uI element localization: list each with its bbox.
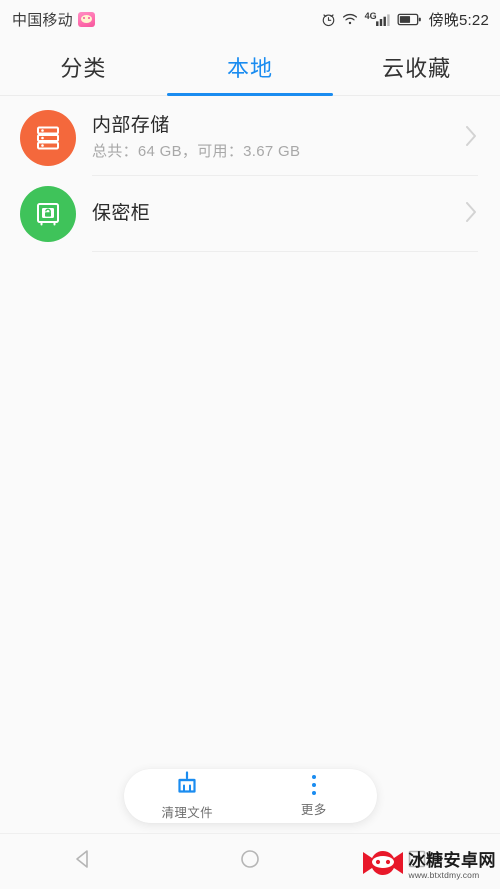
alarm-clock-icon — [321, 12, 336, 27]
tab-local[interactable]: 本地 — [167, 38, 334, 96]
battery-icon — [397, 13, 422, 26]
bottom-action-bar: 清理文件 更多 — [124, 769, 377, 823]
clean-files-label: 清理文件 — [161, 806, 214, 820]
internal-storage-text: 内部存储 总共：64 GB，可用：3.67 GB — [92, 114, 465, 162]
android-navigation-bar — [0, 833, 500, 889]
broom-clean-icon — [175, 771, 199, 799]
list-item-internal-storage[interactable]: 内部存储 总共：64 GB，可用：3.67 GB — [0, 100, 500, 176]
status-bar-right: 4G 傍晚5:22 — [321, 9, 489, 30]
chevron-right-icon — [465, 200, 478, 229]
safe-vault-text: 保密柜 — [92, 202, 465, 227]
list-item-separator — [92, 251, 478, 252]
carrier-label: 中国移动 — [12, 11, 73, 29]
more-button[interactable]: 更多 — [251, 774, 378, 818]
status-bar-clock: 傍晚5:22 — [428, 11, 489, 29]
tab-bar: 分类 本地 云收藏 — [0, 38, 500, 96]
list-item-title: 保密柜 — [92, 202, 151, 224]
status-bar: 中国移动 4G 傍晚5:22 — [0, 0, 500, 38]
nav-recents-button[interactable] — [385, 840, 449, 884]
chevron-right-icon — [465, 124, 478, 153]
list-item-safe-vault[interactable]: 保密柜 — [0, 176, 500, 252]
network-type-label: 4G — [364, 10, 377, 21]
home-circle-icon — [239, 848, 261, 875]
recents-square-icon — [406, 848, 428, 875]
list-item-title: 内部存储 — [92, 114, 170, 136]
more-vertical-dots-icon — [311, 774, 316, 796]
tab-cloud-favorites[interactable]: 云收藏 — [333, 38, 500, 96]
more-label: 更多 — [300, 803, 327, 817]
tab-local-label: 本地 — [227, 56, 274, 81]
tab-categories[interactable]: 分类 — [0, 38, 167, 96]
signal-bars-icon: 4G — [364, 10, 391, 26]
list-item-subtitle: 总共：64 GB，可用：3.67 GB — [92, 143, 301, 161]
safe-vault-lock-icon — [20, 186, 76, 242]
tab-active-indicator — [167, 93, 333, 96]
tab-categories-label: 分类 — [60, 56, 107, 81]
nav-back-button[interactable] — [51, 840, 115, 884]
status-bar-left: 中国移动 — [12, 9, 95, 30]
tab-cloud-favorites-label: 云收藏 — [382, 56, 452, 81]
nav-home-button[interactable] — [218, 840, 282, 884]
wifi-icon — [342, 12, 358, 26]
pink-app-badge-icon — [77, 11, 95, 27]
clean-files-button[interactable]: 清理文件 — [124, 771, 251, 821]
storage-list: 内部存储 总共：64 GB，可用：3.67 GB 保密柜 — [0, 96, 500, 252]
internal-storage-icon — [20, 110, 76, 166]
back-triangle-icon — [72, 848, 94, 875]
